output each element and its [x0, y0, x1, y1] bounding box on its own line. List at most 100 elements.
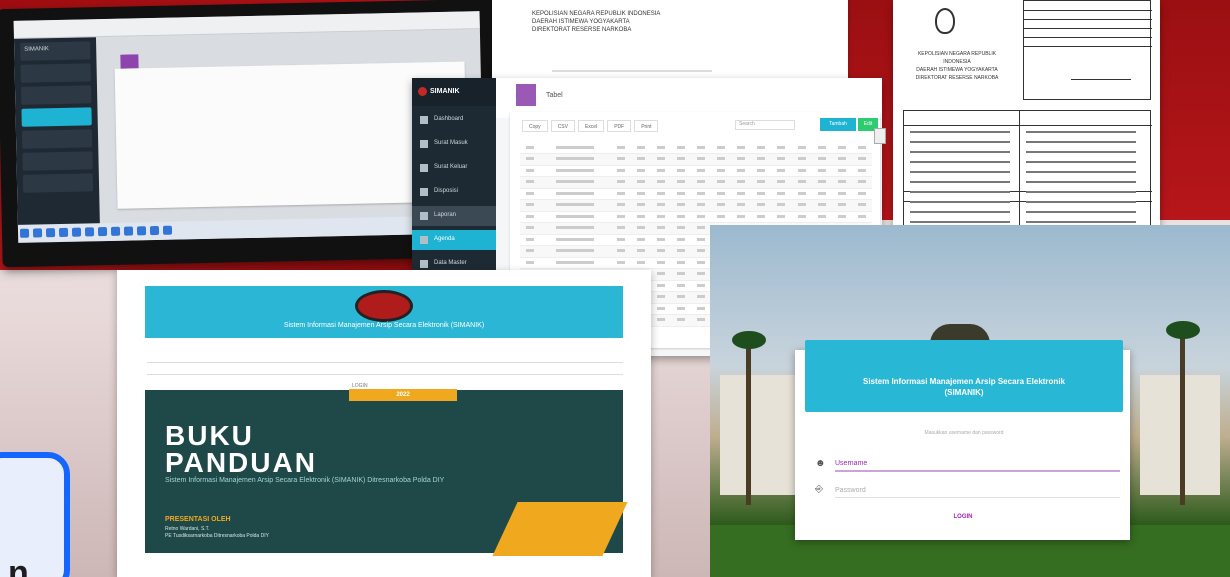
sidebar-item-label: Dashboard	[434, 116, 464, 122]
menu-icon	[420, 164, 428, 172]
illegible-text-line	[910, 141, 1010, 143]
table-cell	[711, 142, 732, 154]
sidebar-item[interactable]: Surat Masuk	[412, 134, 496, 154]
table-cell	[751, 188, 772, 200]
table-cell	[630, 234, 651, 246]
export-button[interactable]: Copy	[522, 120, 548, 132]
table-cell	[520, 257, 541, 269]
table-cell	[791, 188, 812, 200]
table-cell	[650, 211, 671, 223]
table-cell	[520, 142, 541, 154]
illegible-text-line	[1026, 141, 1136, 143]
table-cell	[610, 142, 631, 154]
grid-line	[1024, 28, 1152, 29]
table-cell	[791, 142, 812, 154]
cover-title: BUKU PANDUAN	[165, 420, 317, 478]
sidebar-item[interactable]: Disposisi	[412, 182, 496, 202]
table-cell	[610, 245, 631, 258]
table-cell	[831, 188, 852, 200]
table-cell	[670, 268, 691, 281]
year-badge: 2022	[349, 389, 457, 401]
table-cell	[630, 142, 651, 154]
table-cell	[811, 153, 832, 166]
user-icon: ☻	[815, 458, 826, 469]
illegible-text-line	[910, 181, 1010, 183]
table-cell	[690, 257, 712, 269]
table-cell	[520, 211, 541, 223]
grid-line	[1024, 37, 1152, 38]
sidebar-item-label: Surat Masuk	[434, 140, 468, 146]
police-logo-icon	[418, 87, 427, 96]
sidebar-item[interactable]: Dashboard	[412, 110, 496, 130]
table-cell	[811, 165, 832, 177]
table-cell	[610, 222, 631, 235]
table-cell	[731, 188, 752, 200]
sidebar-item-label: Laporan	[434, 212, 457, 218]
add-button[interactable]: Tambah	[820, 118, 856, 131]
table-cell	[811, 188, 832, 200]
table-cell	[791, 165, 812, 177]
table-cell	[771, 211, 792, 223]
menu-icon	[420, 260, 428, 268]
browser-bar	[13, 11, 480, 39]
table-cell	[610, 257, 631, 269]
table-cell	[771, 188, 792, 200]
sidebar-item[interactable]: Surat Keluar	[412, 158, 496, 178]
table-cell	[851, 188, 872, 200]
monitor-sidebar-item	[22, 173, 94, 193]
table-cell	[771, 199, 792, 212]
table-row	[520, 188, 872, 200]
illegible-text-line	[1026, 131, 1136, 133]
table-cell	[690, 165, 712, 177]
table-cell	[851, 176, 872, 189]
grid-line	[1024, 46, 1152, 47]
lock-icon: ⎆	[815, 484, 823, 495]
export-button[interactable]: PDF	[607, 120, 632, 132]
sidebar-item[interactable]: Agenda	[412, 230, 496, 250]
table-cell	[670, 245, 691, 258]
table-cell	[851, 153, 872, 166]
table-cell	[630, 199, 651, 212]
table-cell	[731, 153, 752, 166]
username-input[interactable]: Username	[835, 460, 1120, 472]
search-input[interactable]: Search	[735, 120, 795, 130]
table-cell	[711, 199, 732, 212]
table-cell	[690, 188, 712, 200]
manual-cover-photo: Sistem Informasi Manajemen Arsip Secara …	[117, 270, 651, 577]
table-cell	[650, 165, 671, 177]
table-cell	[731, 211, 752, 223]
table-cell	[540, 211, 611, 223]
sidebar-item[interactable]: Laporan	[412, 206, 496, 226]
illegible-text-line	[1026, 181, 1136, 183]
table-cell	[711, 188, 732, 200]
illegible-text-line	[1026, 211, 1136, 213]
table-cell	[650, 291, 671, 304]
palm-tree	[732, 331, 766, 505]
sidebar-item-label: Data Master	[434, 260, 467, 266]
table-cell	[831, 199, 852, 212]
table-cell	[670, 291, 691, 304]
export-button[interactable]: Excel	[577, 120, 605, 132]
table-cell	[831, 165, 852, 177]
table-cell	[610, 153, 631, 166]
table-cell	[851, 199, 872, 212]
grid-line	[1024, 19, 1152, 20]
table-cell	[690, 153, 712, 166]
sidebar-item-label: Disposisi	[434, 188, 459, 194]
table-cell	[831, 153, 852, 166]
table-cell	[851, 142, 872, 154]
table-cell	[811, 211, 832, 223]
monitor-sidebar-item	[22, 151, 93, 171]
table-cell	[670, 222, 691, 235]
password-input[interactable]: Password	[835, 487, 1120, 498]
table-cell	[540, 222, 611, 235]
login-button[interactable]: LOGIN	[935, 514, 991, 520]
sidebar-item-label: Agenda	[434, 236, 455, 242]
illegible-text-line	[1026, 201, 1136, 203]
signature	[1071, 60, 1131, 80]
table-header-row	[520, 142, 872, 154]
table-cell	[650, 245, 671, 258]
export-button[interactable]: CSV	[550, 120, 575, 132]
table-cell	[540, 153, 611, 166]
export-button[interactable]: Print	[634, 120, 659, 132]
